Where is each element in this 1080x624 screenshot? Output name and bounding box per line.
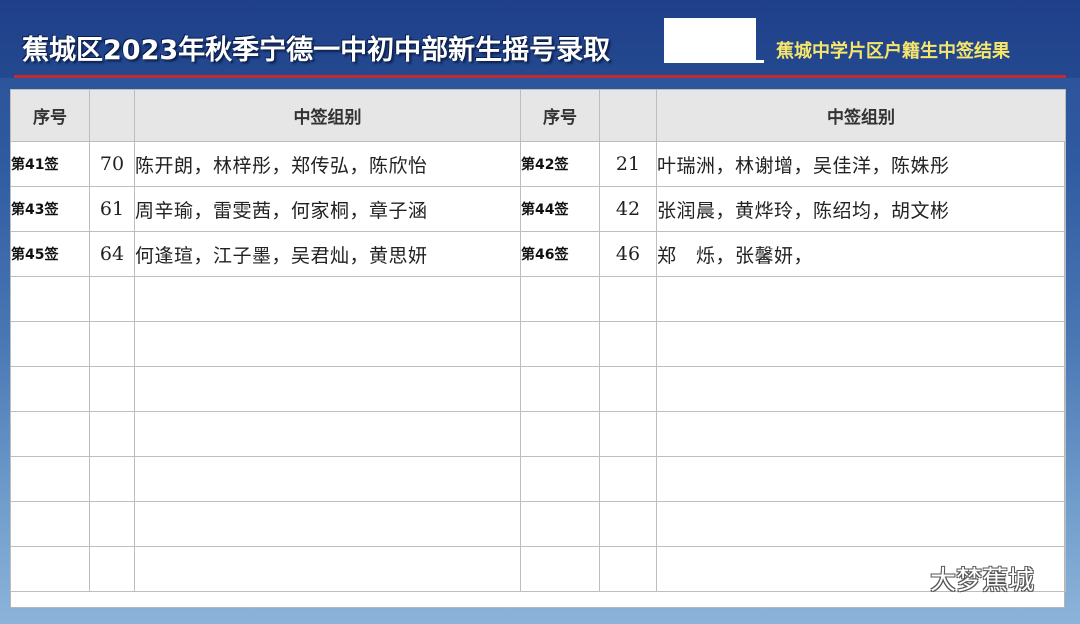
empty-cell — [520, 546, 600, 592]
empty-cell — [656, 321, 1066, 367]
draw-label: 第43签 — [10, 186, 90, 232]
table-header-row: 序号 中签组别 序号 中签组别 — [10, 89, 1066, 142]
empty-cell — [10, 321, 90, 367]
header-num-right — [599, 89, 657, 142]
empty-table-row — [10, 276, 1066, 322]
header-group-right: 中签组别 — [656, 89, 1066, 142]
empty-cell — [599, 411, 657, 457]
table-row: 第45签 64 何逢瑄，江子墨，吴君灿，黄思妍 第46签 46 郑 烁，张馨妍， — [10, 231, 1066, 277]
empty-cell — [89, 411, 135, 457]
draw-number: 61 — [89, 186, 135, 232]
winner-names: 郑 烁，张馨妍， — [656, 231, 1066, 277]
empty-cell — [89, 456, 135, 502]
empty-table-row — [10, 411, 1066, 457]
empty-cell — [599, 321, 657, 367]
winner-names: 陈开朗，林梓彤，郑传弘，陈欣怡 — [134, 141, 521, 187]
winner-names: 张润晨，黄烨玲，陈绍均，胡文彬 — [656, 186, 1066, 232]
winner-names: 何逢瑄，江子墨，吴君灿，黄思妍 — [134, 231, 521, 277]
empty-cell — [89, 276, 135, 322]
empty-cell — [656, 501, 1066, 547]
empty-cell — [520, 366, 600, 412]
header-seq-right: 序号 — [520, 89, 600, 142]
header-divider — [14, 75, 1066, 78]
empty-cell — [134, 276, 521, 322]
empty-cell — [520, 456, 600, 502]
empty-cell — [134, 546, 521, 592]
empty-cell — [10, 456, 90, 502]
draw-label: 第45签 — [10, 231, 90, 277]
results-table: 序号 中签组别 序号 中签组别 第41签 70 陈开朗，林梓彤，郑传弘，陈欣怡 … — [10, 89, 1066, 592]
empty-cell — [599, 276, 657, 322]
draw-label: 第42签 — [520, 141, 600, 187]
draw-number: 64 — [89, 231, 135, 277]
empty-cell — [89, 546, 135, 592]
empty-table-row — [10, 366, 1066, 412]
watermark: 大梦蕉城 — [888, 560, 1034, 597]
draw-number: 46 — [599, 231, 657, 277]
winner-names: 周辛瑜，雷雯茜，何家桐，章子涵 — [134, 186, 521, 232]
watermark-text: 大梦蕉城 — [930, 566, 1035, 596]
empty-cell — [520, 411, 600, 457]
empty-cell — [134, 501, 521, 547]
empty-cell — [656, 366, 1066, 412]
page-subtitle: 蕉城中学片区户籍生中签结果 — [776, 41, 1010, 62]
table-row: 第41签 70 陈开朗，林梓彤，郑传弘，陈欣怡 第42签 21 叶瑞洲，林谢增，… — [10, 141, 1066, 187]
empty-table-row — [10, 456, 1066, 502]
title-underline — [664, 60, 764, 63]
empty-cell — [89, 321, 135, 367]
page-title: 蕉城区2023年秋季宁德一中初中部新生摇号录取 — [22, 35, 611, 66]
empty-cell — [656, 456, 1066, 502]
draw-number: 70 — [89, 141, 135, 187]
empty-cell — [89, 501, 135, 547]
empty-cell — [520, 321, 600, 367]
empty-cell — [89, 366, 135, 412]
draw-label: 第46签 — [520, 231, 600, 277]
table-row: 第43签 61 周辛瑜，雷雯茜，何家桐，章子涵 第44签 42 张润晨，黄烨玲，… — [10, 186, 1066, 232]
empty-cell — [520, 276, 600, 322]
draw-number: 42 — [599, 186, 657, 232]
draw-label: 第41签 — [10, 141, 90, 187]
header-seq-left: 序号 — [10, 89, 90, 142]
empty-cell — [599, 456, 657, 502]
draw-label: 第44签 — [520, 186, 600, 232]
empty-cell — [134, 456, 521, 502]
draw-number: 21 — [599, 141, 657, 187]
header-group-left: 中签组别 — [134, 89, 521, 142]
empty-table-row — [10, 321, 1066, 367]
empty-cell — [656, 411, 1066, 457]
redacted-blank — [664, 18, 756, 60]
empty-cell — [656, 276, 1066, 322]
winner-names: 叶瑞洲，林谢增，吴佳洋，陈姝彤 — [656, 141, 1066, 187]
empty-cell — [10, 366, 90, 412]
empty-cell — [134, 411, 521, 457]
empty-cell — [599, 546, 657, 592]
empty-table-row — [10, 501, 1066, 547]
empty-cell — [134, 366, 521, 412]
empty-cell — [10, 501, 90, 547]
header-num-left — [89, 89, 135, 142]
empty-cell — [520, 501, 600, 547]
empty-cell — [599, 501, 657, 547]
empty-cell — [10, 411, 90, 457]
empty-cell — [10, 546, 90, 592]
empty-cell — [10, 276, 90, 322]
wechat-icon — [888, 567, 922, 591]
empty-cell — [599, 366, 657, 412]
empty-cell — [134, 321, 521, 367]
